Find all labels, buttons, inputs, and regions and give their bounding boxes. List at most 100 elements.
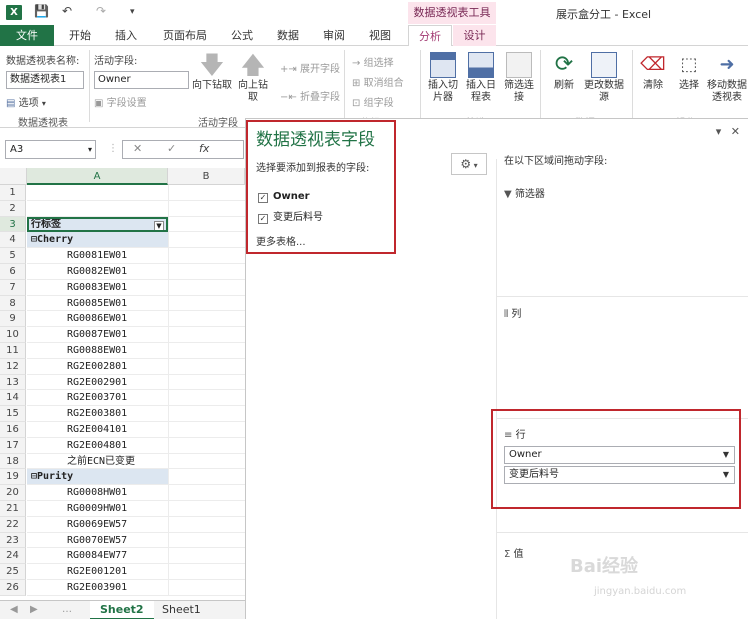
row-header[interactable]: 5	[0, 248, 26, 264]
table-row[interactable]	[27, 201, 168, 217]
row-header[interactable]: 14	[0, 390, 26, 407]
field-changed-part-number[interactable]: ✓ 变更后料号	[258, 208, 323, 224]
filter-dropdown-icon[interactable]: ▼	[154, 220, 164, 231]
select-button[interactable]: ⬚ 选择	[672, 52, 706, 92]
tab-view[interactable]: 视图	[360, 25, 400, 46]
tab-insert[interactable]: 插入	[106, 25, 146, 46]
sheet-tab-sheet1[interactable]: Sheet1	[152, 601, 211, 619]
drill-down-button[interactable]: 🡇 向下钻取	[192, 52, 232, 92]
row-header[interactable]: 8	[0, 295, 26, 312]
clear-button[interactable]: ⌫ 清除	[636, 52, 670, 92]
rows-area[interactable]: ≡ 行	[504, 426, 526, 441]
checkbox-checked-icon[interactable]: ✓	[258, 214, 268, 224]
values-area[interactable]: Σ 值	[504, 545, 524, 560]
tab-data[interactable]: 数据	[268, 25, 308, 46]
tab-design[interactable]: 设计	[453, 25, 496, 46]
row-header[interactable]: 22	[0, 516, 26, 533]
grid-cell[interactable]	[168, 501, 245, 517]
row-header[interactable]: 9	[0, 311, 26, 328]
close-icon[interactable]: ✕	[731, 125, 740, 138]
tab-file[interactable]: 文件	[0, 25, 54, 46]
tab-page-layout[interactable]: 页面布局	[154, 25, 216, 46]
insert-slicer-button[interactable]: 插入切片器	[424, 52, 462, 104]
pivot-name-input[interactable]: 数据透视表1	[6, 71, 84, 89]
row-header[interactable]: 4	[0, 232, 26, 249]
grid-cell[interactable]	[168, 485, 245, 501]
expand-field-button[interactable]: +⇥ 展开字段	[280, 60, 340, 75]
row-header[interactable]: 19	[0, 469, 26, 486]
table-row[interactable]: RG2E004801	[27, 438, 168, 454]
ungroup-button[interactable]: ⊞ 取消组合	[352, 74, 404, 89]
row-header[interactable]: 26	[0, 580, 26, 596]
table-row[interactable]: 之前ECN已变更	[27, 454, 168, 470]
field-owner[interactable]: ✓ Owner	[258, 191, 310, 203]
table-row[interactable]: RG0009HW01	[27, 501, 168, 517]
column-header-b[interactable]: B	[168, 168, 245, 185]
row-header[interactable]: 16	[0, 422, 26, 438]
grid-cell[interactable]	[168, 185, 245, 201]
row-header[interactable]: 1	[0, 185, 26, 201]
row-header[interactable]: 3	[0, 216, 26, 233]
grid-cell[interactable]	[168, 564, 245, 580]
table-row[interactable]: RG2E002801	[27, 359, 168, 375]
row-header[interactable]: 23	[0, 532, 26, 549]
grid-cell[interactable]	[168, 469, 245, 486]
row-header[interactable]: 20	[0, 485, 26, 501]
filters-area[interactable]: ▼ 筛选器	[504, 185, 545, 200]
row-header[interactable]: 2	[0, 200, 26, 217]
tab-formulas[interactable]: 公式	[222, 25, 262, 46]
chevron-down-icon[interactable]: ▼	[723, 447, 729, 463]
group-field-button[interactable]: ⊡ 组字段	[352, 94, 394, 109]
worksheet-grid[interactable]: A B 1 2 3 行标签 ▼ 4 ⊟Cherry 5 RG0081EW01 6 RG0082EW0…	[0, 168, 245, 600]
grid-cell[interactable]	[168, 532, 245, 549]
table-row[interactable]: RG0069EW57	[27, 517, 168, 533]
row-header[interactable]: 17	[0, 437, 26, 454]
group-selection-button[interactable]: → 组选择	[352, 54, 394, 69]
group-row[interactable]: ⊟Cherry	[27, 232, 168, 249]
save-icon[interactable]: 💾	[34, 4, 49, 18]
function-icon[interactable]: fx	[199, 142, 209, 155]
columns-area[interactable]: ⫴ 列	[504, 305, 521, 320]
cancel-icon[interactable]: ✕	[133, 142, 142, 155]
tab-analyze[interactable]: 分析	[408, 25, 452, 47]
table-row[interactable]: RG0088EW01	[27, 343, 168, 359]
grid-cell[interactable]	[168, 453, 245, 470]
grid-cell[interactable]	[168, 311, 245, 328]
table-row[interactable]: RG0081EW01	[27, 248, 168, 264]
filter-connections-button[interactable]: 筛选连接	[500, 52, 538, 104]
grid-cell[interactable]	[168, 406, 245, 422]
row-header[interactable]: 7	[0, 279, 26, 296]
more-tables-link[interactable]: 更多表格...	[256, 233, 306, 248]
row-header[interactable]: 10	[0, 327, 26, 343]
tab-home[interactable]: 开始	[60, 25, 100, 46]
table-row[interactable]: RG0087EW01	[27, 327, 168, 343]
row-header[interactable]: 6	[0, 264, 26, 280]
customize-icon[interactable]: ▾	[130, 7, 135, 17]
grid-cell[interactable]	[168, 264, 245, 280]
checkbox-checked-icon[interactable]: ✓	[258, 193, 268, 203]
insert-timeline-button[interactable]: 插入日程表	[462, 52, 500, 104]
chevron-down-icon[interactable]: ▼	[723, 467, 729, 483]
scroll-right-icon[interactable]: ▶	[30, 604, 38, 615]
table-row[interactable]	[27, 185, 168, 201]
grid-cell[interactable]	[168, 516, 245, 533]
drill-up-button[interactable]: 🡅 向上钻取	[236, 52, 270, 104]
grid-cell[interactable]	[168, 422, 245, 438]
grid-cell[interactable]	[168, 580, 245, 596]
options-button[interactable]: ▤ 选项 ▾	[6, 94, 46, 109]
scroll-left-icon[interactable]: ◀	[10, 604, 18, 615]
table-row[interactable]: RG0070EW57	[27, 533, 168, 549]
name-box[interactable]: A3 ▾	[5, 140, 96, 159]
grid-cell[interactable]	[168, 327, 245, 343]
collapse-field-button[interactable]: −⇤ 折叠字段	[280, 88, 340, 103]
grid-cell[interactable]	[168, 374, 245, 391]
more-sheets-icon[interactable]: …	[62, 604, 72, 615]
grid-cell[interactable]	[168, 216, 245, 233]
tab-review[interactable]: 审阅	[314, 25, 354, 46]
group-row[interactable]: ⊟Purity	[27, 469, 168, 486]
table-row[interactable]: RG2E004101	[27, 422, 168, 438]
chevron-down-icon[interactable]: ▾	[716, 125, 722, 138]
refresh-button[interactable]: ⟳ 刷新	[546, 52, 582, 92]
column-header-a[interactable]: A	[27, 168, 168, 185]
grid-cell[interactable]	[168, 548, 245, 565]
